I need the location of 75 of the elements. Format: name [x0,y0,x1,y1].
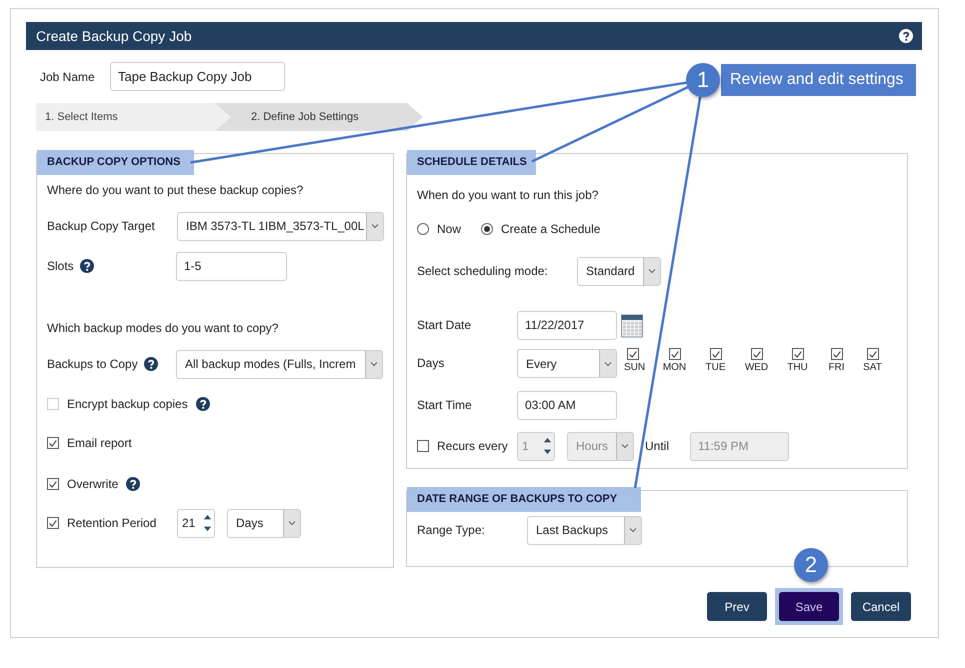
radio-label: Create a Schedule [501,222,600,236]
chevron-down-icon [628,525,638,535]
radio-button[interactable] [481,223,494,235]
help-icon[interactable] [80,259,94,273]
checkbox-label: SUN [624,362,646,373]
field-label: Range Type: [417,523,486,537]
action-button[interactable]: Save [779,592,839,621]
checkbox-label: MON [662,362,686,373]
checkbox[interactable] [47,478,59,490]
help-icon[interactable] [196,397,210,411]
question-text: Where do you want to put these backup copies? [47,183,304,197]
checkbox[interactable] [866,348,878,360]
number-spinner[interactable]: 21 [177,508,215,538]
checkbox[interactable] [627,348,639,360]
checkbox-label: Overwrite [67,477,118,491]
wizard-step[interactable]: 2. Define Job Settings [213,103,423,131]
mode-select[interactable]: Standard [577,256,661,286]
unit-select[interactable]: Days [227,508,301,538]
checkbox[interactable] [47,517,59,529]
checkbox[interactable] [792,348,804,360]
checkbox-label: THU [787,362,808,373]
chevron-down-icon [287,518,297,528]
field-label: Select scheduling mode: [417,264,549,278]
checkbox-label: WED [744,362,768,373]
checkbox[interactable] [750,348,762,360]
input-field[interactable]: 1-5 [176,252,287,280]
field-label: Slots [47,259,74,273]
step-number: 1 [686,63,720,97]
action-button[interactable]: Prev [707,592,767,621]
window-title: Create Backup Copy Job [36,28,192,44]
spinner-arrows-icon[interactable] [203,512,212,534]
checkbox-label: Email report [67,436,132,450]
field-label: Start Date [417,318,472,332]
chevron-down-icon [369,359,379,369]
repeat-select[interactable]: Every [517,349,617,378]
checkbox-label: Encrypt backup copies [67,397,188,411]
help-icon[interactable] [126,477,140,491]
calendar-icon[interactable] [621,312,643,338]
action-button[interactable]: Cancel [851,592,911,621]
checkbox[interactable] [47,437,59,449]
checkbox-label: FRI [828,362,845,373]
field-label: Backups to Copy [47,357,138,371]
checkbox-label: TUE [706,362,726,373]
help-icon[interactable] [899,29,913,43]
checkbox-label: Recurs every [437,439,509,453]
chevron-down-icon [647,266,657,276]
wizard-step[interactable]: 1. Select Items [36,103,231,131]
input-field[interactable]: Tape Backup Copy Job [110,62,285,91]
field-label: Job Name [40,70,96,84]
section-title: DATE RANGE OF BACKUPS TO COPY [407,487,642,512]
help-icon[interactable] [144,357,158,371]
field-label: Days [417,355,446,372]
section-title: BACKUP COPY OPTIONS [37,150,194,175]
checkbox-label: SAT [863,362,882,373]
range-select[interactable]: Last Backups [527,516,642,544]
chevron-down-icon [620,441,630,451]
checkbox-label: Retention Period [67,516,158,530]
modes-select[interactable]: All backup modes (Fulls, Increm [176,350,383,378]
checkbox[interactable] [668,348,680,360]
input-field[interactable]: 03:00 AM [517,390,617,420]
step-number: 2 [794,548,828,582]
input-field[interactable]: 11/22/2017 [517,310,617,340]
field-label: Backup Copy Target [47,219,156,233]
chevron-down-icon [370,221,380,231]
question-text: Which backup modes do you want to copy? [47,321,278,335]
field-label: Until [645,439,670,453]
field-label: Start Time [417,398,473,412]
section-title: SCHEDULE DETAILS [407,150,536,175]
callout-label: Review and edit settings [721,64,916,96]
radio-label: Now [437,222,462,236]
checkbox[interactable] [830,348,842,360]
radio-button[interactable] [417,223,429,235]
checkbox[interactable] [710,348,722,360]
question-text: When do you want to run this job? [417,188,598,202]
target-select[interactable]: IBM 3573-TL 1IBM_3573-TL_00L [177,212,384,240]
